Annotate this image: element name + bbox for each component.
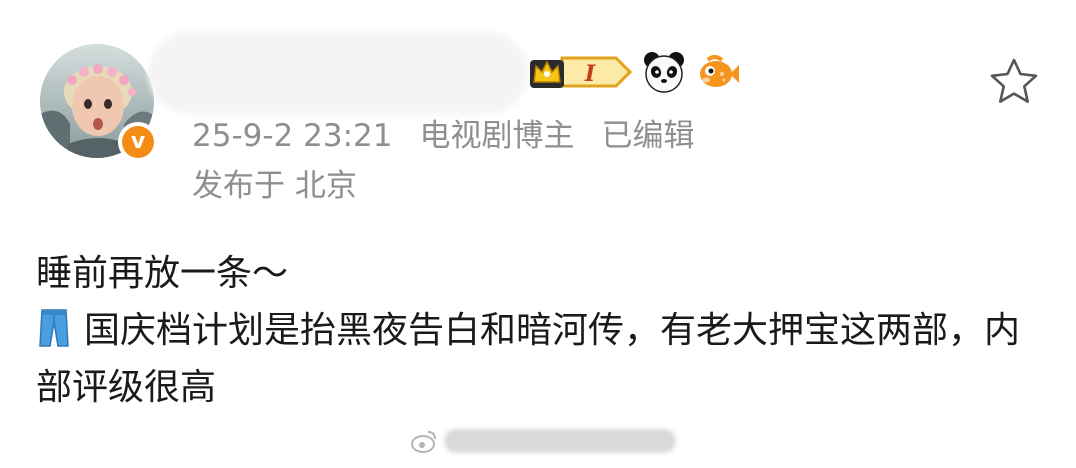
- rank-medal[interactable]: I: [528, 52, 632, 92]
- content-line-2: 国庆档计划是抬黑夜告白和暗河传，有老大押宝这两部，内部评级很高: [36, 302, 1046, 416]
- edited-label[interactable]: 已编辑: [601, 118, 694, 154]
- verified-badge: v: [118, 122, 158, 162]
- post-timestamp: 25-9-2 23:21: [192, 118, 393, 154]
- username-redacted[interactable]: [148, 32, 528, 114]
- jeans-emoji-icon: [39, 309, 69, 347]
- post-location: 发布于 北京: [192, 168, 357, 204]
- crown-icon: [530, 60, 564, 88]
- watermark: [410, 424, 682, 458]
- weibo-logo-icon: [411, 431, 436, 453]
- post-meta: 25-9-2 23:21 电视剧博主 已编辑: [192, 121, 694, 152]
- watermark-redacted: [444, 429, 676, 453]
- content-line-1: 睡前再放一条～: [36, 253, 289, 294]
- post-content: 睡前再放一条～ 国庆档计划是抬黑夜告白和暗河传，有老大押宝这两部，内部评级很高: [36, 245, 1046, 416]
- fish-icon[interactable]: [696, 50, 740, 94]
- user-medals: I: [528, 50, 740, 94]
- rank-letter: I: [584, 61, 596, 87]
- verified-v-icon: v: [122, 126, 154, 158]
- panda-icon[interactable]: [642, 50, 686, 94]
- content-line-2-text: 国庆档计划是抬黑夜告白和暗河传，有老大押宝这两部，内部评级很高: [36, 310, 1021, 408]
- weibo-post: v I 25-9-2 23:21 电视剧博主 已编辑 发布于 北京 睡前再放一条…: [0, 0, 1076, 468]
- favorite-star-icon[interactable]: [988, 56, 1040, 106]
- author-role: 电视剧博主: [419, 118, 575, 154]
